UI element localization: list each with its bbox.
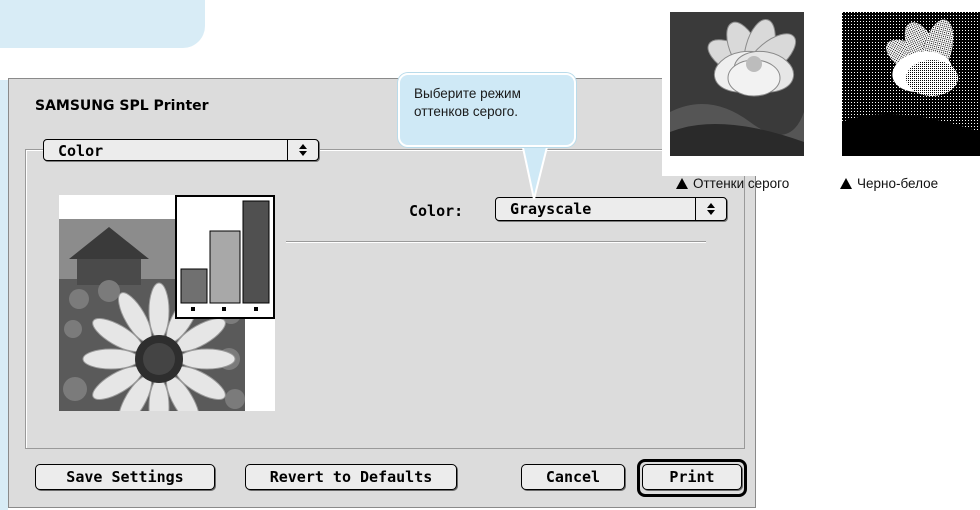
cancel-button[interactable]: Cancel bbox=[521, 464, 625, 490]
dialog-title: SAMSUNG SPL Printer bbox=[35, 98, 209, 114]
revert-to-defaults-button[interactable]: Revert to Defaults bbox=[245, 464, 457, 490]
grayscale-sample bbox=[662, 6, 810, 176]
water-lily-bw-image bbox=[842, 12, 980, 156]
callout-text: Выберите режим оттенков серого. bbox=[414, 86, 521, 119]
grayscale-caption-text: Оттенки серого bbox=[693, 176, 790, 191]
black-white-caption: Черно-белое bbox=[840, 176, 938, 191]
decorative-tab bbox=[0, 0, 205, 48]
black-white-caption-text: Черно-белое bbox=[857, 176, 939, 191]
panel-selector-popup[interactable]: Color bbox=[43, 139, 319, 161]
triangle-up-icon bbox=[840, 178, 852, 189]
updown-arrows-icon bbox=[695, 198, 726, 220]
print-dialog: SAMSUNG SPL Printer Color Color: Graysca… bbox=[8, 78, 756, 508]
color-preview bbox=[59, 195, 275, 411]
panel-selector-label: Color bbox=[58, 142, 104, 160]
save-settings-button[interactable]: Save Settings bbox=[35, 464, 215, 490]
print-button[interactable]: Print bbox=[642, 464, 742, 490]
callout-pointer bbox=[520, 143, 550, 200]
decorative-strip bbox=[0, 80, 8, 510]
triangle-up-icon bbox=[676, 178, 688, 189]
color-mode-value: Grayscale bbox=[510, 200, 592, 218]
grayscale-caption: Оттенки серого bbox=[676, 176, 789, 191]
water-lily-grayscale-image bbox=[670, 12, 804, 156]
black-white-sample bbox=[834, 6, 980, 176]
updown-arrows-icon bbox=[287, 140, 318, 160]
separator bbox=[286, 241, 706, 243]
histogram-icon bbox=[175, 195, 275, 319]
callout-bubble: Выберите режим оттенков серого. bbox=[398, 73, 576, 147]
color-label: Color: bbox=[409, 202, 464, 220]
